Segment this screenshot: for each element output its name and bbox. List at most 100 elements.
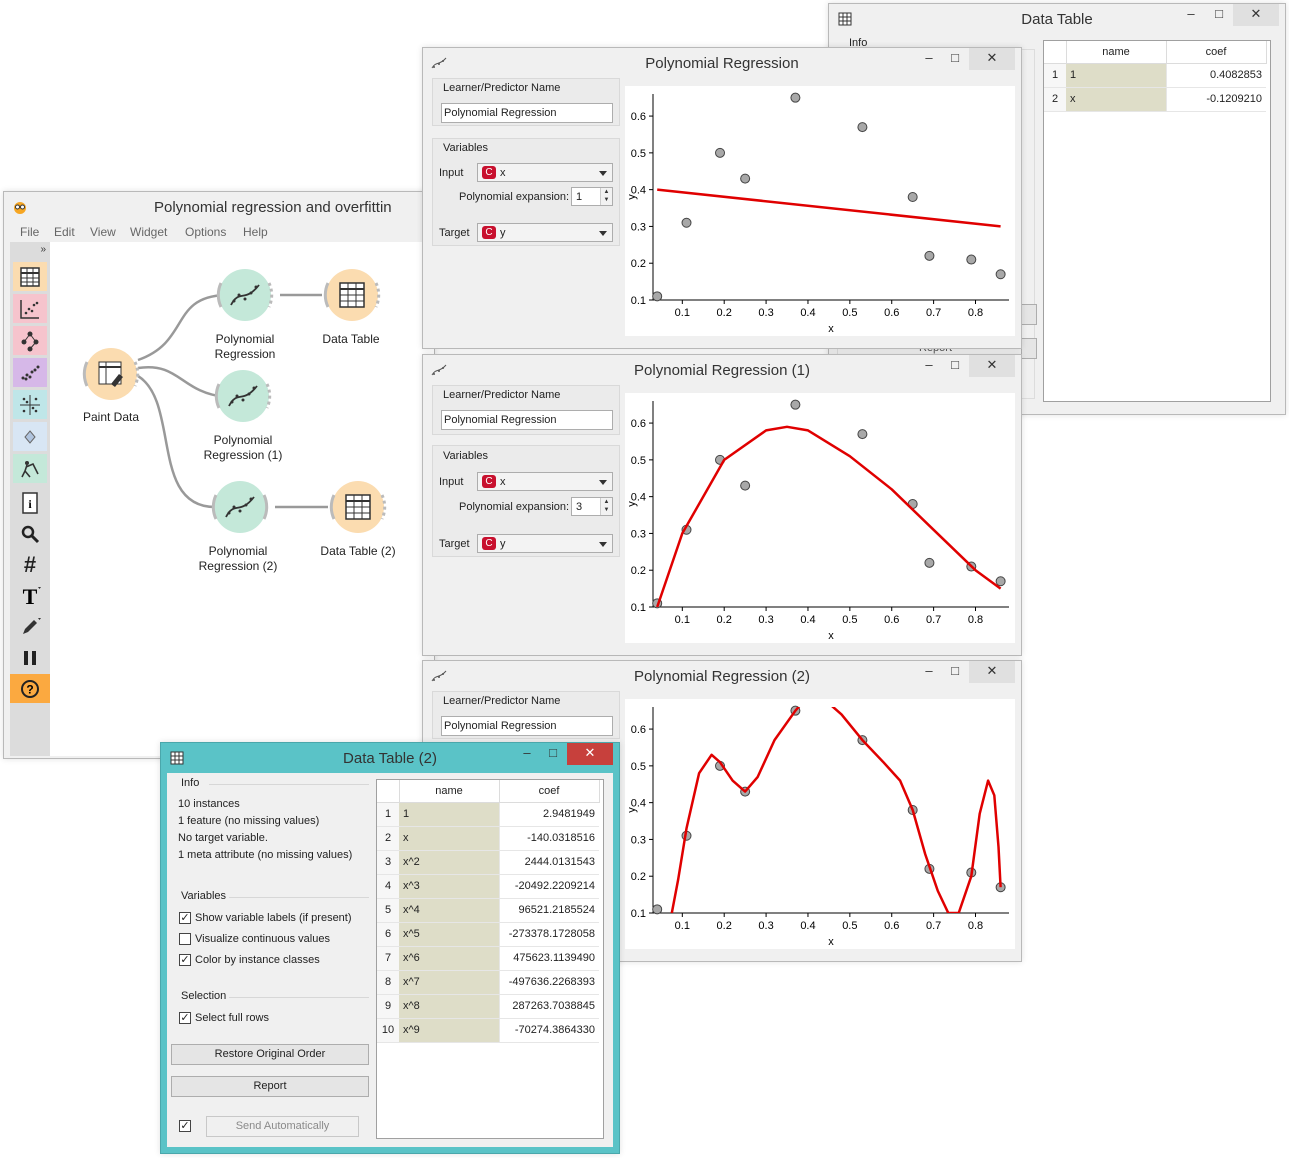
data-category-button[interactable] [13,262,47,291]
cell-name[interactable]: x [399,826,500,851]
workflow-canvas[interactable]: Paint Data Polynomial Regression Polynom… [50,242,434,756]
titlebar[interactable]: Data Table – □ ✕ [829,4,1285,34]
bioinformatics-category-button[interactable] [13,454,47,483]
report-button[interactable]: Report [171,1076,369,1097]
table-row[interactable]: 7 x^6 475623.1139490 [377,946,599,971]
close-button[interactable]: ✕ [969,48,1015,70]
cell-coef[interactable]: 2444.0131543 [499,850,599,875]
polynomial-regression-1-node[interactable] [207,360,279,432]
target-combo[interactable]: C y [477,223,613,242]
titlebar[interactable]: Polynomial Regression (2) – □ ✕ [423,661,1021,691]
close-button[interactable]: ✕ [567,743,613,765]
cell-name[interactable]: 1 [399,802,500,827]
table-row[interactable]: 9 x^8 287263.7038845 [377,994,599,1019]
column-header-coef[interactable]: coef [1166,41,1267,64]
data-table[interactable]: name coef 1 1 0.4082853 2 x -0.1209210 [1043,40,1271,402]
data-table-node[interactable] [316,259,388,331]
spin-arrows-icon[interactable]: ▲ ▼ [600,188,612,205]
cell-name[interactable]: x^6 [399,946,500,971]
column-header-name[interactable]: name [1066,41,1167,64]
titlebar[interactable]: Polynomial Regression – □ ✕ [423,48,1021,78]
table-row[interactable]: 4 x^3 -20492.2209214 [377,874,599,899]
maximize-button[interactable]: □ [539,743,567,765]
expansion-spinbox[interactable]: 3 ▲ ▼ [571,497,613,516]
input-combo[interactable]: C x [477,163,613,182]
search-tool-button[interactable] [13,519,47,548]
partial-button[interactable] [1021,338,1037,359]
cell-name[interactable]: x^3 [399,874,500,899]
cell-coef[interactable]: -70274.3864330 [499,1018,599,1043]
cell-coef[interactable]: 475623.1139490 [499,946,599,971]
table-row[interactable]: 2 x -140.0318516 [377,826,599,851]
table-row[interactable]: 2 x -0.1209210 [1044,87,1266,112]
maximize-button[interactable]: □ [941,355,969,377]
table-row[interactable]: 8 x^7 -497636.2268393 [377,970,599,995]
regression-plot[interactable]: 0.1 0.2 0.3 0.4 0.5 0.6 0.7 0.8 0.1 0.2 0.3 0.4 0.5 0… [625,86,1015,336]
cell-name[interactable]: x^2 [399,850,500,875]
menu-help[interactable]: Help [243,225,268,239]
pause-button[interactable] [13,643,47,672]
table-row[interactable]: 5 x^4 96521.2185524 [377,898,599,923]
select-full-rows-checkbox[interactable]: ✓ [179,1012,191,1024]
menu-widget[interactable]: Widget [130,225,167,239]
text-mining-category-button[interactable] [13,422,47,451]
maximize-button[interactable]: □ [1205,4,1233,26]
column-header-name[interactable]: name [399,780,500,803]
data-table-2-node[interactable] [322,471,394,543]
table-row[interactable]: 6 x^5 -273378.1728058 [377,922,599,947]
table-row[interactable]: 10 x^9 -70274.3864330 [377,1018,599,1043]
cell-coef[interactable]: -273378.1728058 [499,922,599,947]
learner-name-input[interactable]: Polynomial Regression [441,410,613,430]
input-combo[interactable]: C x [477,472,613,491]
titlebar[interactable]: Polynomial Regression (1) – □ ✕ [423,355,1021,385]
color-by-class-checkbox[interactable]: ✓ [179,954,191,966]
cell-name[interactable]: x^4 [399,898,500,923]
close-button[interactable]: ✕ [969,661,1015,683]
text-tool-button[interactable]: T [13,581,47,610]
learner-name-input[interactable]: Polynomial Regression [441,716,613,736]
table-row[interactable]: 1 1 2.9481949 [377,802,599,827]
select-full-rows-label[interactable]: Select full rows [195,1012,269,1024]
close-button[interactable]: ✕ [1233,4,1279,26]
visualize-continuous-label[interactable]: Visualize continuous values [195,933,330,945]
send-automatically-button[interactable]: Send Automatically [206,1116,359,1137]
minimize-button[interactable]: – [915,48,943,70]
cell-name[interactable]: x [1066,87,1167,112]
menu-file[interactable]: File [20,225,39,239]
cell-coef[interactable]: 96521.2185524 [499,898,599,923]
cell-coef[interactable]: 0.4082853 [1166,63,1266,88]
table-row[interactable]: 1 1 0.4082853 [1044,63,1266,88]
column-header-coef[interactable]: coef [499,780,600,803]
cell-name[interactable]: x^8 [399,994,500,1019]
color-by-class-label[interactable]: Color by instance classes [195,954,320,966]
cell-coef[interactable]: -497636.2268393 [499,970,599,995]
paint-data-node[interactable] [75,338,147,410]
cell-name[interactable]: x^7 [399,970,500,995]
maximize-button[interactable]: □ [941,48,969,70]
toolbox-expand-button[interactable]: » [40,244,46,255]
regression-plot[interactable]: 0.1 0.2 0.3 0.4 0.5 0.6 0.7 0.8 0.1 0.2 0.3 0.4 0.5 0… [625,393,1015,643]
expansion-spinbox[interactable]: 1 ▲ ▼ [571,187,613,206]
show-variable-labels-checkbox[interactable]: ✓ [179,912,191,924]
partial-button[interactable] [1021,304,1037,325]
learner-name-input[interactable]: Polynomial Regression [441,103,613,123]
menu-edit[interactable]: Edit [54,225,75,239]
pen-tool-button[interactable] [13,612,47,641]
menu-options[interactable]: Options [185,225,226,239]
cell-coef[interactable]: 2.9481949 [499,802,599,827]
regression-plot[interactable]: 0.1 0.2 0.3 0.4 0.5 0.6 0.7 0.8 0.1 0.2 0.3 0.4 0.5 0… [625,699,1015,949]
polynomial-regression-node[interactable] [209,259,281,331]
visualize-category-button[interactable] [13,294,47,323]
cell-name[interactable]: 1 [1066,63,1167,88]
polynomial-regression-2-node[interactable] [204,471,276,543]
cell-name[interactable]: x^5 [399,922,500,947]
visualize-continuous-checkbox[interactable] [179,933,191,945]
show-variable-labels-label[interactable]: Show variable labels (if present) [195,912,352,924]
restore-original-order-button[interactable]: Restore Original Order [171,1044,369,1065]
spin-arrows-icon[interactable]: ▲ ▼ [600,498,612,515]
help-button[interactable]: ? [10,674,50,703]
cell-coef[interactable]: -0.1209210 [1166,87,1266,112]
maximize-button[interactable]: □ [941,661,969,683]
minimize-button[interactable]: – [513,743,541,765]
cell-name[interactable]: x^9 [399,1018,500,1043]
